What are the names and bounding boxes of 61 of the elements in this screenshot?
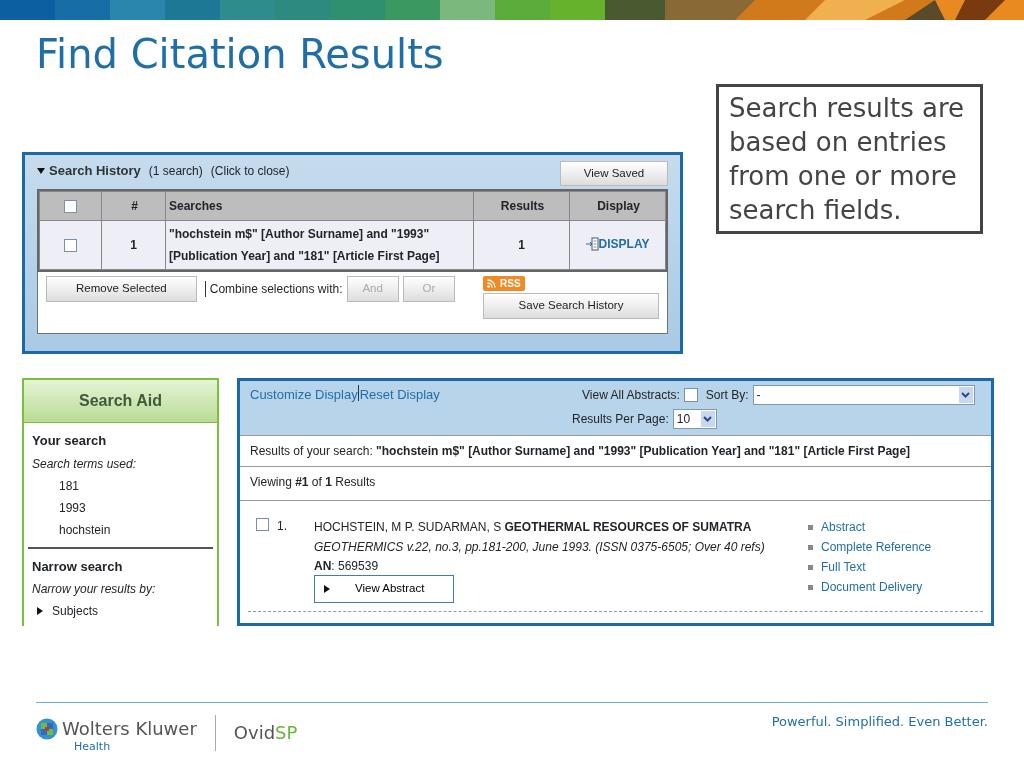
dropdown-icon <box>961 392 970 398</box>
combine-label: Combine selections with: <box>209 281 343 298</box>
field-label: Sort By: <box>705 387 749 404</box>
slide-title: Find Citation Results <box>36 30 445 78</box>
document-icon <box>585 236 599 251</box>
result-checkbox[interactable] <box>256 518 269 531</box>
save-history-button[interactable]: Save Search History <box>483 293 659 319</box>
callout-text: Search results are based on entries from one or more search fields. <box>716 84 983 234</box>
field-label: View All Abstracts: <box>582 387 680 404</box>
column-header: Searches <box>165 191 474 221</box>
search-term: 181 <box>59 477 81 495</box>
remove-selected-button[interactable]: Remove Selected <box>46 276 197 302</box>
table-cell: 1 <box>101 220 166 270</box>
column-header: Display <box>569 191 666 221</box>
tagline: Powerful. Simplified. Even Better. <box>771 713 988 731</box>
close-hint[interactable]: (Click to close) <box>210 161 290 180</box>
brand-subtitle: Health <box>74 739 112 755</box>
citation-text: HOCHSTEIN, M P. SUDARMAN, S GEOTHERMAL RESOURCES OF SUMATRA GEOTHERMICS v.22, no.3, pp.181-200, June 1993. (ISSN 0375-6505; Over 40 refs) <box>314 519 766 556</box>
link[interactable]: Full Text <box>821 558 866 576</box>
link[interactable]: Complete Reference <box>821 538 932 556</box>
feed-icon <box>487 279 496 288</box>
search-term: 1993 <box>59 499 87 517</box>
bullet-icon <box>808 584 813 590</box>
sort-select[interactable]: - <box>752 385 975 405</box>
link[interactable]: Reset Display <box>357 385 440 401</box>
viewing-count: Viewing #1 of 1 Results <box>240 467 991 501</box>
view-saved-button[interactable]: View Saved <box>560 161 668 186</box>
link[interactable]: Abstract <box>821 518 865 536</box>
bullet-icon <box>808 564 813 570</box>
dropdown-icon <box>703 416 713 422</box>
column-header: Results <box>473 191 570 221</box>
hint-text: Search terms used: <box>32 455 138 473</box>
per-page-select[interactable]: 10 <box>672 409 717 429</box>
view-abstracts-checkbox[interactable] <box>683 388 698 402</box>
link[interactable]: Customize Display <box>250 385 358 431</box>
select-all-checkbox[interactable] <box>64 200 77 214</box>
panel-title[interactable]: Search History <box>49 161 141 181</box>
expand-icon <box>323 585 331 593</box>
bullet-icon <box>808 524 813 530</box>
table-cell: 1 <box>473 220 570 270</box>
brand-name: Wolters Kluwer <box>62 717 197 741</box>
section-heading: Narrow search <box>32 557 124 576</box>
row-checkbox[interactable] <box>64 239 77 253</box>
search-count: (1 search) <box>148 162 203 180</box>
facet-item[interactable]: Subjects <box>36 602 209 620</box>
table-cell: "hochstein m$" [Author Surname] and "1993" [Publication Year] and "181" [Article First Page] <box>165 220 474 270</box>
hint-text: Narrow your results by: <box>32 581 157 598</box>
link[interactable]: Document Delivery <box>821 578 923 596</box>
field-label: Results Per Page: <box>572 411 669 428</box>
panel-title: Search Aid <box>24 380 217 422</box>
logo-icon <box>36 717 58 740</box>
view-abstract-button[interactable]: View Abstract <box>314 575 454 603</box>
results-summary: Results of your search: "hochstein m$" [Author Surname] and "1993" [Publication Year] and "181" [Article First Page] <box>240 435 991 467</box>
result-number: 1. <box>277 518 287 535</box>
section-heading: Your search <box>32 432 108 450</box>
accession-number: AN: 569539 <box>314 558 380 575</box>
bullet-icon <box>808 544 813 550</box>
search-term: hochstein <box>59 521 112 539</box>
expand-icon <box>36 607 44 615</box>
column-header: # <box>101 191 166 221</box>
product-name: OvidSP <box>233 721 298 745</box>
